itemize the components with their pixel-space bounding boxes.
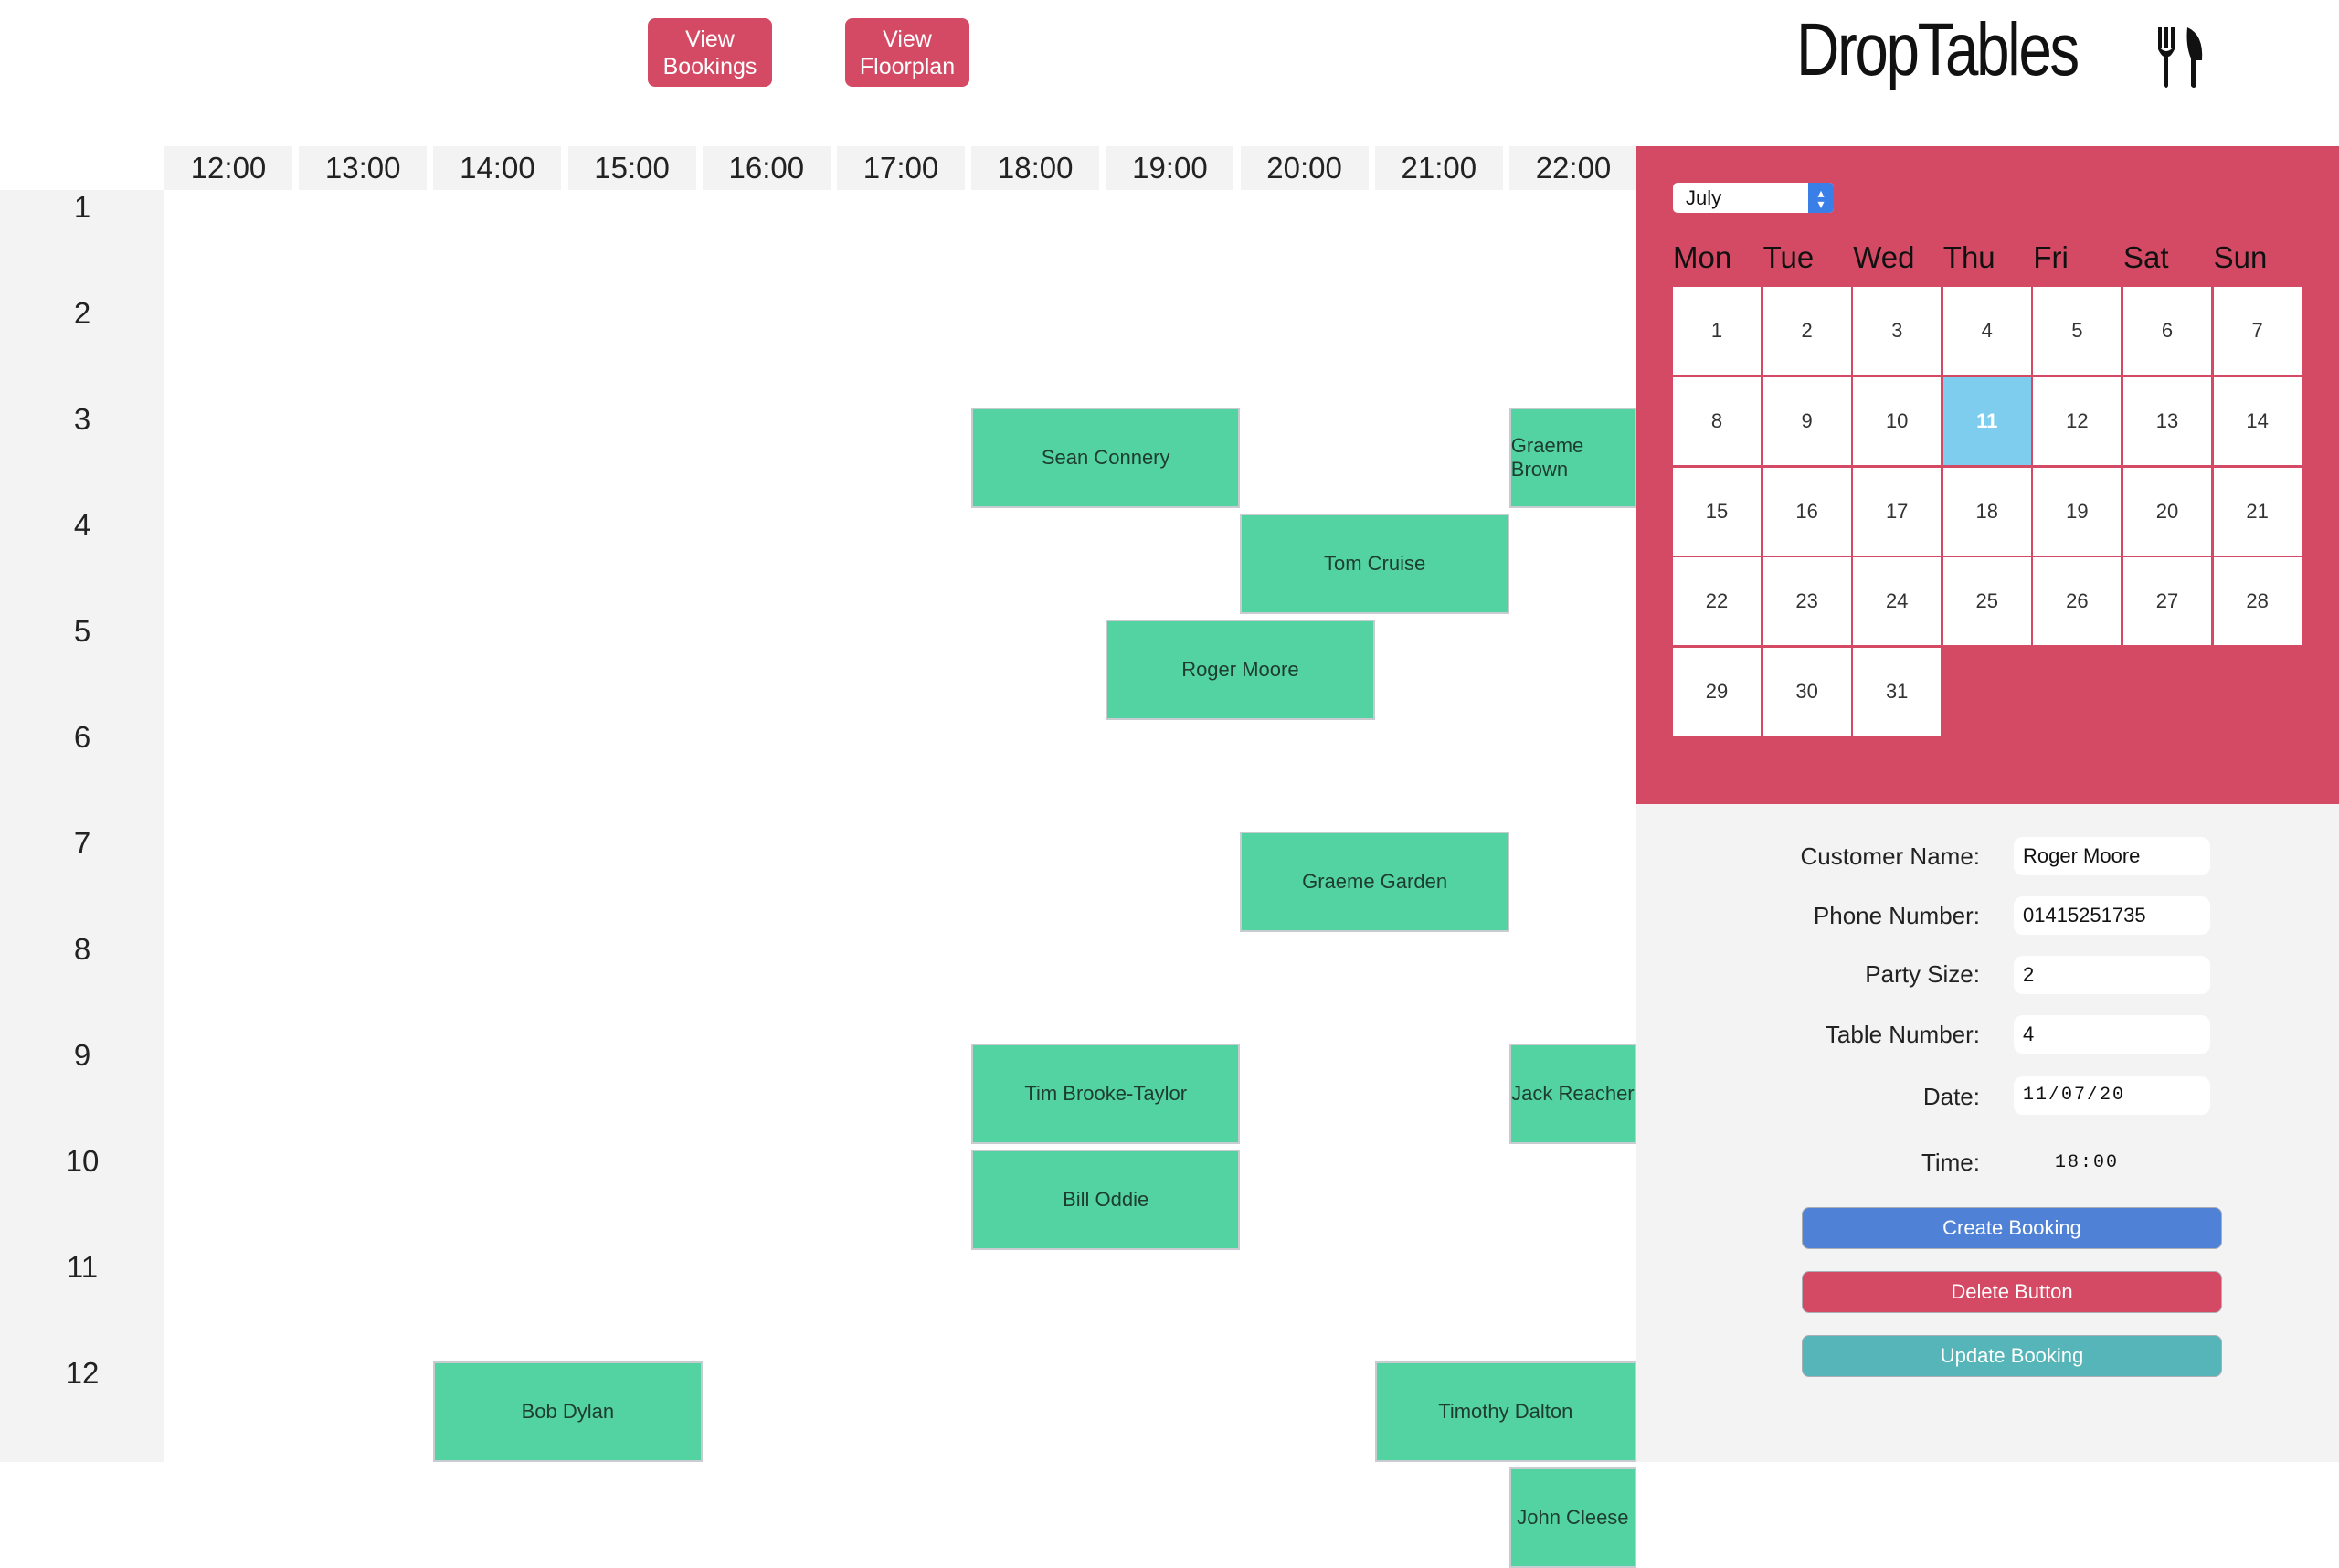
app-logo-text: DropTables: [1796, 8, 2080, 91]
time-header: 17:00: [837, 146, 965, 190]
calendar-day[interactable]: 21: [2213, 467, 2302, 556]
customer-name-label: Customer Name:: [1800, 842, 1981, 870]
calendar-day[interactable]: 7: [2213, 287, 2302, 375]
time-header: 20:00: [1240, 146, 1369, 190]
table-row-label: 12: [65, 1356, 100, 1390]
customer-name-input[interactable]: Roger Moore: [2014, 837, 2210, 875]
table-row-label: 11: [66, 1250, 99, 1284]
month-select-value: July: [1686, 186, 1722, 209]
calendar-day[interactable]: 20: [2123, 467, 2211, 556]
time-label: Time:: [1921, 1149, 1980, 1176]
side-panel: July ▴ ▾ Mon Tue Wed Thu Fri Sat Sun 1234567891…: [1636, 146, 2339, 1462]
table-row-label: 8: [73, 932, 91, 966]
calendar-day[interactable]: 23: [1762, 557, 1851, 646]
time-header: 19:00: [1106, 146, 1234, 190]
weekday-header: Wed: [1853, 240, 1915, 274]
calendar-day[interactable]: 18: [1942, 467, 2031, 556]
calendar-day[interactable]: 16: [1762, 467, 1851, 556]
weekday-header: Mon: [1673, 240, 1732, 274]
calendar-day[interactable]: 26: [2033, 557, 2122, 646]
calendar-day[interactable]: 1: [1673, 287, 1761, 375]
calendar-day[interactable]: 17: [1853, 467, 1942, 556]
time-header: 12:00: [164, 146, 292, 190]
calendar-day[interactable]: 5: [2033, 287, 2122, 375]
calendar-day[interactable]: 31: [1853, 648, 1942, 736]
time-header: 15:00: [567, 146, 696, 190]
delete-booking-button[interactable]: Delete Button: [1802, 1271, 2222, 1313]
time-header: 21:00: [1374, 146, 1503, 190]
table-number-input[interactable]: 4: [2014, 1015, 2210, 1054]
create-booking-button[interactable]: Create Booking: [1802, 1207, 2222, 1249]
time-header: 16:00: [702, 146, 831, 190]
table-row-label: 4: [73, 508, 91, 542]
calendar-day[interactable]: 30: [1762, 648, 1851, 736]
time-input[interactable]: 18:00: [2055, 1152, 2119, 1173]
calendar-day[interactable]: 22: [1673, 557, 1761, 646]
date-label: Date:: [1922, 1083, 1980, 1110]
booking-block[interactable]: Roger Moore: [1106, 620, 1375, 720]
table-row-label: 7: [73, 826, 91, 860]
select-arrows-icon: ▴ ▾: [1808, 183, 1834, 213]
booking-block[interactable]: Tom Cruise: [1240, 514, 1509, 614]
calendar-day-selected[interactable]: 11: [1942, 376, 2031, 465]
booking-block[interactable]: John Cleese: [1508, 1467, 1636, 1568]
calendar-day[interactable]: 24: [1853, 557, 1942, 646]
table-row-label: 2: [73, 296, 91, 330]
view-floorplan-button[interactable]: View Floorplan: [845, 18, 969, 87]
weekday-header: Sat: [2123, 240, 2169, 274]
calendar-day[interactable]: 9: [1762, 376, 1851, 465]
calendar-day[interactable]: 13: [2123, 376, 2211, 465]
table-number-label: Table Number:: [1825, 1021, 1980, 1048]
calendar-day[interactable]: 15: [1673, 467, 1761, 556]
party-size-label: Party Size:: [1865, 960, 1980, 988]
booking-block[interactable]: Graeme Brown: [1508, 408, 1636, 508]
table-row-label: 1: [73, 190, 91, 224]
calendar-panel: July ▴ ▾ Mon Tue Wed Thu Fri Sat Sun 1234567891…: [1636, 146, 2339, 804]
calendar-day[interactable]: 12: [2033, 376, 2122, 465]
time-header: 22:00: [1509, 146, 1637, 190]
calendar-day[interactable]: 3: [1853, 287, 1942, 375]
weekday-header: Sun: [2213, 240, 2268, 274]
calendar-day[interactable]: 4: [1942, 287, 2031, 375]
calendar-day[interactable]: 27: [2123, 557, 2211, 646]
view-bookings-button[interactable]: View Bookings: [648, 18, 772, 87]
calendar-day[interactable]: 29: [1673, 648, 1761, 736]
calendar-day[interactable]: 14: [2213, 376, 2302, 465]
party-size-input[interactable]: 2: [2014, 956, 2210, 994]
calendar-day[interactable]: 28: [2213, 557, 2302, 646]
booking-block[interactable]: Sean Connery: [971, 408, 1241, 508]
booking-block[interactable]: Timothy Dalton: [1374, 1361, 1636, 1462]
time-header: 13:00: [299, 146, 428, 190]
booking-block[interactable]: Graeme Garden: [1240, 832, 1509, 932]
weekday-header: Tue: [1762, 240, 1815, 274]
weekday-header: Thu: [1942, 240, 1995, 274]
calendar-day[interactable]: 6: [2123, 287, 2211, 375]
calendar-day[interactable]: 25: [1942, 557, 2031, 646]
calendar-day[interactable]: 8: [1673, 376, 1761, 465]
table-row-label: 3: [73, 402, 91, 436]
booking-block[interactable]: Bill Oddie: [971, 1150, 1241, 1250]
calendar-day[interactable]: 10: [1853, 376, 1942, 465]
table-row-label: 9: [73, 1038, 91, 1072]
calendar-day[interactable]: 19: [2033, 467, 2122, 556]
calendar-day[interactable]: 2: [1762, 287, 1851, 375]
update-booking-button[interactable]: Update Booking: [1802, 1335, 2222, 1377]
phone-number-input[interactable]: 01415251735: [2014, 896, 2210, 935]
fork-knife-icon: [2158, 27, 2203, 88]
phone-number-label: Phone Number:: [1813, 902, 1980, 929]
table-row-label: 10: [65, 1144, 100, 1178]
time-header: 14:00: [433, 146, 562, 190]
booking-block[interactable]: Jack Reacher: [1508, 1044, 1636, 1144]
table-row-label: 6: [73, 720, 91, 754]
month-select[interactable]: July ▴ ▾: [1673, 183, 1834, 213]
booking-block[interactable]: Bob Dylan: [433, 1361, 703, 1462]
weekday-header: Fri: [2033, 240, 2069, 274]
booking-block[interactable]: Tim Brooke-Taylor: [971, 1044, 1241, 1144]
time-header: 18:00: [971, 146, 1100, 190]
date-input[interactable]: 11/07/20: [2014, 1076, 2210, 1115]
table-row-label: 5: [73, 614, 91, 648]
